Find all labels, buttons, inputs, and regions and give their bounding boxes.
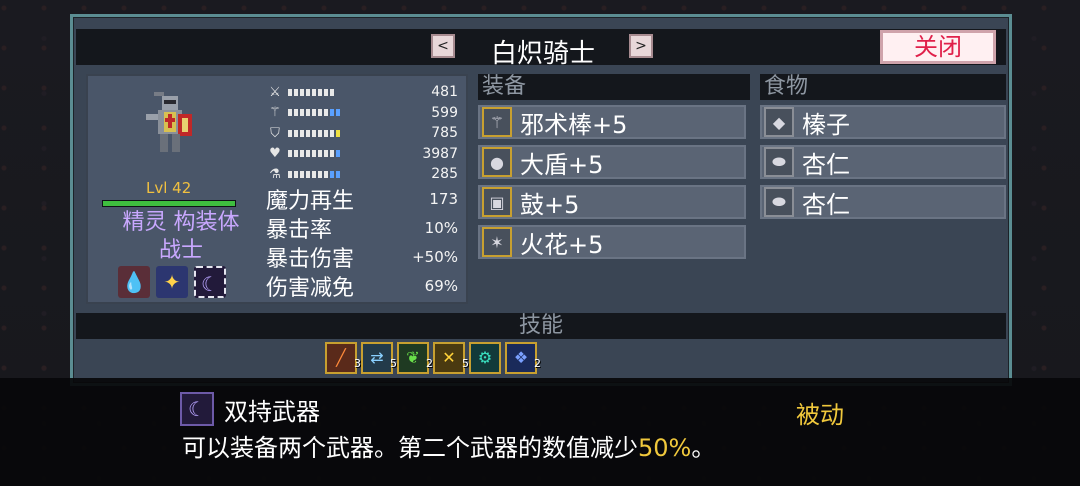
food-header: 食物 <box>760 74 1006 100</box>
drum-icon: ▣ <box>482 187 512 217</box>
sub-stat-row: 暴击伤害 +50% <box>266 242 462 272</box>
skill-count: 5 <box>390 357 397 370</box>
equipment-label: 鼓+5 <box>520 190 580 219</box>
stat-bar <box>288 129 340 137</box>
stat-list: ⚔ 481 ⚚ 599 ⛉ 785 ♥ 3987 ⚗ 285 <box>266 82 462 185</box>
sub-stat-label: 暴击伤害 <box>266 246 355 272</box>
rune-icon[interactable]: ❖ 2 <box>505 342 541 374</box>
equipment-slot[interactable]: ✶ 火花+5 <box>478 225 746 259</box>
shield-icon: ⛉ <box>270 125 280 141</box>
slash-icon[interactable]: ╱ 3 <box>325 342 361 374</box>
staff-icon: ⚚ <box>269 105 281 121</box>
hazelnut-icon: ◆ <box>764 107 794 137</box>
sub-stat-row: 伤害减免 69% <box>266 271 462 301</box>
equipment-label: 大盾+5 <box>520 150 604 179</box>
food-slot[interactable]: ⬬ 杏仁 <box>760 185 1006 219</box>
leaf-icon[interactable]: ❦ 2 <box>397 342 433 374</box>
stat-bar <box>288 150 340 158</box>
sub-stat-row: 暴击率 10% <box>266 213 462 243</box>
character-box: Lvl 42 精灵 构装体 战士 💧 ✦ ☾ ⚔ 481 ⚚ 599 ⛉ 785… <box>86 74 468 304</box>
stat-bar <box>288 170 340 178</box>
class-text: 战士 <box>158 238 203 263</box>
food-label: 榛子 <box>802 110 850 139</box>
skill-count: 3 <box>354 357 361 370</box>
skill-count: 2 <box>426 357 433 370</box>
secondary-stats: 魔力再生 173 暴击率 10% 暴击伤害 +50% 伤害减免 69% <box>266 184 462 301</box>
equipment-slot[interactable]: ● 大盾+5 <box>478 145 746 179</box>
stat-row: ♥ 3987 <box>266 144 462 165</box>
tooltip-skill-name: 双持武器 <box>224 398 320 426</box>
moon-buff-icon[interactable]: ☾ <box>194 266 226 298</box>
prev-character-button[interactable]: < <box>431 34 455 58</box>
equipment-slot[interactable]: ▣ 鼓+5 <box>478 185 746 219</box>
next-character-button[interactable]: > <box>629 34 653 58</box>
skill-tooltip: ☾ 双持武器 被动 可以装备两个武器。第二个武器的数值减少50%。 <box>0 378 1080 486</box>
heart-icon: ♥ <box>269 146 281 162</box>
gear-ring-icon[interactable]: ⚙ <box>469 342 501 374</box>
stat-row: ⚔ 481 <box>266 82 462 103</box>
stat-bar <box>288 109 340 117</box>
sub-stat-row: 魔力再生 173 <box>266 184 462 214</box>
character-panel: < 白炽骑士 > 关闭 Lvl 42 精灵 构装体 战士 💧 ✦ ☾ ⚔ 481… <box>70 14 1012 386</box>
almond-icon: ⬬ <box>764 187 794 217</box>
equipment-label: 火花+5 <box>520 230 604 259</box>
food-slot[interactable]: ◆ 榛子 <box>760 105 1006 139</box>
stat-value: 481 <box>431 84 458 101</box>
almond-icon: ⬬ <box>764 147 794 177</box>
skills-header: 技能 <box>76 313 1006 339</box>
skill-count: 5 <box>462 357 469 370</box>
stat-value: 599 <box>431 104 458 121</box>
swap-icon[interactable]: ⇄ 5 <box>361 342 397 374</box>
buff-row: 💧 ✦ ☾ <box>118 266 226 298</box>
sub-stat-value: 69% <box>424 276 458 295</box>
stat-bar <box>288 88 334 96</box>
tooltip-skill-type: 被动 <box>796 401 844 429</box>
knight-portrait <box>146 92 192 152</box>
equipment-label: 邪术棒+5 <box>520 110 628 139</box>
sub-stat-value: 10% <box>424 218 458 237</box>
stat-row: ⚗ 285 <box>266 164 462 185</box>
fire-buff-icon[interactable]: ✦ <box>156 266 188 298</box>
stat-value: 785 <box>431 125 458 142</box>
level-label: Lvl 42 <box>146 179 192 197</box>
food-slot[interactable]: ⬬ 杏仁 <box>760 145 1006 179</box>
race-text: 精灵 构装体 <box>122 210 240 235</box>
equipment-slot[interactable]: ⚚ 邪术棒+5 <box>478 105 746 139</box>
spark-icon: ✶ <box>482 227 512 257</box>
sword-icon: ⚔ <box>269 84 281 100</box>
stat-row: ⛉ 785 <box>266 123 462 144</box>
tooltip-desc-end: 。 <box>691 434 716 462</box>
water-drop-buff-icon[interactable]: 💧 <box>118 266 150 298</box>
food-label: 杏仁 <box>802 190 850 219</box>
health-bar-fill <box>103 201 235 206</box>
moon-icon: ☾ <box>180 392 214 426</box>
skills-row: ╱ 3 ⇄ 5 ❦ 2 ✕ 5 ⚙ ❖ 2 <box>325 342 541 374</box>
flask-icon: ⚗ <box>269 166 281 182</box>
sub-stat-label: 魔力再生 <box>266 188 355 214</box>
food-label: 杏仁 <box>802 150 850 179</box>
stat-value: 285 <box>431 166 458 183</box>
wand-icon: ⚚ <box>482 107 512 137</box>
equipment-header: 装备 <box>478 74 750 100</box>
tooltip-desc-text: 可以装备两个武器。第二个武器的数值减少 <box>182 434 638 462</box>
stat-row: ⚚ 599 <box>266 103 462 124</box>
health-bar <box>102 200 236 207</box>
tooltip-description: 可以装备两个武器。第二个武器的数值减少50%。 <box>182 428 715 463</box>
character-title: 白炽骑士 <box>490 39 595 69</box>
tooltip-desc-highlight: 50% <box>638 434 692 462</box>
stat-value: 3987 <box>422 145 458 162</box>
round-shield-icon: ● <box>482 147 512 177</box>
cross-blades-icon[interactable]: ✕ 5 <box>433 342 469 374</box>
sub-stat-value: +50% <box>412 247 458 266</box>
close-button[interactable]: 关闭 <box>880 30 996 64</box>
race-class-label: 精灵 构装体 战士 <box>96 209 266 265</box>
sub-stat-value: 173 <box>429 189 458 208</box>
sub-stat-label: 暴击率 <box>266 217 333 243</box>
sub-stat-label: 伤害减免 <box>266 275 355 301</box>
skill-count: 2 <box>534 357 541 370</box>
